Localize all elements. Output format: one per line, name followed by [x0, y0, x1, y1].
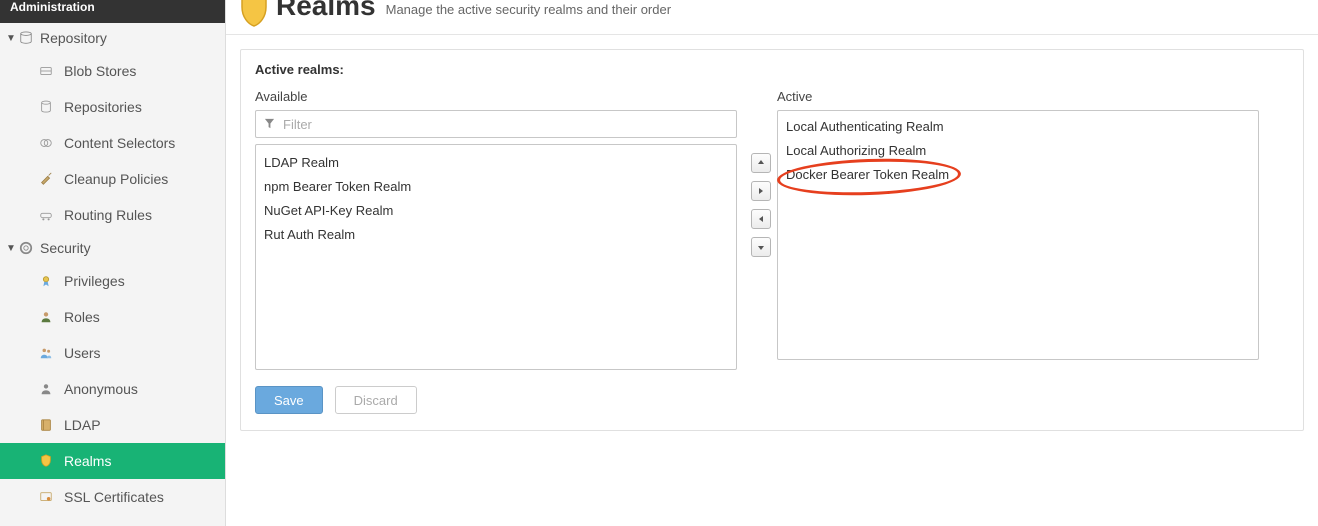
sidebar-item-ldap[interactable]: LDAP [0, 407, 225, 443]
page-title: Realms [276, 0, 376, 20]
sidebar-item-users[interactable]: Users [0, 335, 225, 371]
sidebar-item-ssl-certificates[interactable]: SSL Certificates [0, 479, 225, 515]
broom-icon [38, 171, 54, 187]
active-list[interactable]: Local Authenticating Realm Local Authori… [777, 110, 1259, 360]
nav-group-repository[interactable]: ▼ Repository [0, 23, 225, 53]
sidebar-item-label: SSL Certificates [64, 489, 164, 505]
move-right-button[interactable] [751, 181, 771, 201]
person-role-icon [38, 309, 54, 325]
realms-card: Active realms: Available LDAP Realm [240, 49, 1304, 431]
page-subtitle: Manage the active security realms and th… [386, 2, 671, 17]
filter-box[interactable] [255, 110, 737, 138]
sidebar-item-label: Routing Rules [64, 207, 152, 223]
transfer-controls [745, 89, 777, 257]
admin-header: Administration [0, 0, 225, 23]
sidebar-item-label: Privileges [64, 273, 125, 289]
database-icon [18, 30, 34, 46]
list-item[interactable]: LDAP Realm [264, 151, 728, 175]
caret-down-icon: ▼ [6, 33, 16, 44]
list-item[interactable]: Docker Bearer Token Realm [786, 163, 1250, 187]
caret-down-icon: ▼ [6, 243, 16, 254]
move-up-button[interactable] [751, 153, 771, 173]
discard-button[interactable]: Discard [335, 386, 417, 414]
sidebar-item-realms[interactable]: Realms [0, 443, 225, 479]
sidebar-item-anonymous[interactable]: Anonymous [0, 371, 225, 407]
sidebar-item-label: Anonymous [64, 381, 138, 397]
medal-icon [38, 273, 54, 289]
main-panel: Realms Manage the active security realms… [226, 0, 1318, 526]
move-down-button[interactable] [751, 237, 771, 257]
blobstore-icon [38, 63, 54, 79]
list-item[interactable]: NuGet API-Key Realm [264, 199, 728, 223]
sidebar-item-blob-stores[interactable]: Blob Stores [0, 53, 225, 89]
action-bar: Save Discard [255, 386, 1289, 414]
list-item[interactable]: npm Bearer Token Realm [264, 175, 728, 199]
database-icon [38, 99, 54, 115]
list-item[interactable]: Local Authenticating Realm [786, 115, 1250, 139]
sidebar-item-label: LDAP [64, 417, 101, 433]
sidebar-item-label: Repositories [64, 99, 142, 115]
sidebar-item-label: Cleanup Policies [64, 171, 168, 187]
sidebar-item-label: Roles [64, 309, 100, 325]
sidebar-item-label: Realms [64, 453, 111, 469]
save-button[interactable]: Save [255, 386, 323, 414]
available-title: Available [255, 89, 737, 104]
filter-input[interactable] [281, 116, 728, 133]
sidebar-item-content-selectors[interactable]: Content Selectors [0, 125, 225, 161]
sidebar-item-privileges[interactable]: Privileges [0, 263, 225, 299]
active-title: Active [777, 89, 1259, 104]
venn-icon [38, 135, 54, 151]
people-icon [38, 345, 54, 361]
sidebar-item-cleanup-policies[interactable]: Cleanup Policies [0, 161, 225, 197]
person-anon-icon [38, 381, 54, 397]
cert-icon [38, 489, 54, 505]
page-header: Realms Manage the active security realms… [226, 0, 1318, 35]
section-title: Active realms: [255, 62, 1289, 77]
list-item[interactable]: Local Authorizing Realm [786, 139, 1250, 163]
book-icon [38, 417, 54, 433]
sidebar-item-routing-rules[interactable]: Routing Rules [0, 197, 225, 233]
life-ring-icon [18, 240, 34, 256]
sidebar-item-label: Blob Stores [64, 63, 136, 79]
shield-icon [240, 0, 268, 28]
nav-group-label: Security [40, 240, 91, 256]
list-item[interactable]: Rut Auth Realm [264, 223, 728, 247]
available-list[interactable]: LDAP Realm npm Bearer Token Realm NuGet … [255, 144, 737, 370]
sidebar: Administration ▼ Repository Blob Stores … [0, 0, 226, 526]
nav-group-security[interactable]: ▼ Security [0, 233, 225, 263]
sidebar-item-label: Content Selectors [64, 135, 175, 151]
route-icon [38, 207, 54, 223]
move-left-button[interactable] [751, 209, 771, 229]
sidebar-item-label: Users [64, 345, 101, 361]
shield-icon [38, 453, 54, 469]
transfer-widget: Available LDAP Realm npm Bearer Token Re… [255, 89, 1289, 370]
sidebar-item-roles[interactable]: Roles [0, 299, 225, 335]
filter-icon [264, 117, 275, 132]
sidebar-item-repositories[interactable]: Repositories [0, 89, 225, 125]
nav-group-label: Repository [40, 30, 107, 46]
